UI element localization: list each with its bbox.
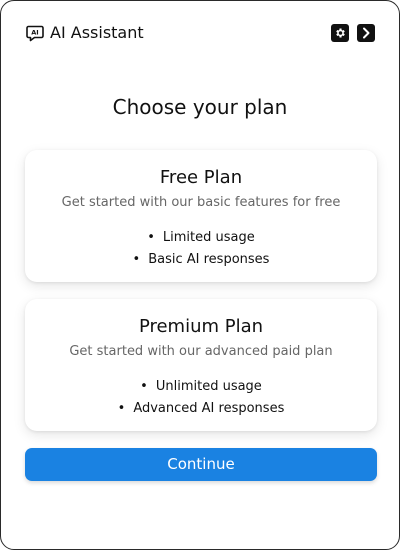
bullet-icon: •: [117, 401, 126, 416]
plan-card-free[interactable]: Free Plan Get started with our basic fea…: [25, 150, 377, 282]
continue-button[interactable]: Continue: [25, 448, 377, 481]
gear-icon: [334, 24, 346, 43]
feature-item: • Unlimited usage: [25, 376, 377, 398]
expand-button[interactable]: [357, 24, 375, 42]
plan-description: Get started with our advanced paid plan: [69, 344, 333, 359]
feature-item: • Limited usage: [25, 227, 377, 249]
bullet-icon: •: [132, 252, 141, 267]
plan-features: • Limited usage • Basic AI responses: [25, 227, 377, 271]
plan-title: Premium Plan: [138, 316, 264, 337]
bullet-icon: •: [140, 379, 148, 394]
plan-title: Free Plan: [159, 167, 243, 188]
brand: AI AI Assistant: [25, 23, 144, 43]
feature-item: • Advanced AI responses: [25, 398, 377, 420]
ai-chat-icon: AI: [25, 23, 45, 43]
plan-description: Get started with our basic features for …: [61, 195, 341, 210]
feature-label: Limited usage: [162, 230, 255, 245]
app-window: AI AI Assistant Choose your plan Free Pl…: [0, 0, 400, 550]
plan-features: • Unlimited usage • Advanced AI responses: [25, 376, 377, 420]
feature-item: • Basic AI responses: [25, 249, 377, 271]
svg-text:AI: AI: [31, 29, 38, 37]
feature-label: Basic AI responses: [148, 252, 270, 267]
feature-label: Advanced AI responses: [133, 401, 285, 416]
header-actions: [323, 24, 375, 42]
plan-card-premium[interactable]: Premium Plan Get started with our advanc…: [25, 299, 377, 431]
bullet-icon: •: [147, 230, 155, 245]
feature-label: Unlimited usage: [155, 379, 262, 394]
chevron-right-icon: [361, 24, 371, 43]
header: AI AI Assistant: [25, 21, 375, 47]
app-title: AI Assistant: [50, 23, 144, 42]
page-title: Choose your plan: [112, 95, 288, 119]
settings-button[interactable]: [331, 24, 349, 42]
